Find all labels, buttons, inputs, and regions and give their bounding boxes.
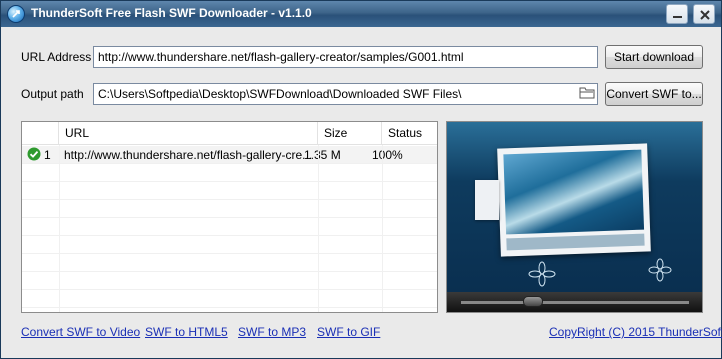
row-size: 1.35 M: [304, 148, 341, 162]
table-row-empty: [22, 200, 437, 218]
output-path-input[interactable]: C:\Users\Softpedia\Desktop\SWFDownload\D…: [93, 83, 598, 105]
preview-image: [447, 122, 702, 292]
url-input[interactable]: http://www.thundershare.net/flash-galler…: [93, 46, 598, 68]
row-index: 1: [44, 148, 51, 162]
table-header: URL Size Status: [22, 122, 437, 145]
swf-to-mp3-link[interactable]: SWF to MP3: [238, 325, 306, 339]
table-row-empty: [22, 254, 437, 272]
preview-wave-image: [503, 149, 645, 235]
table-row-empty: [22, 164, 437, 182]
url-address-label: URL Address: [21, 50, 92, 64]
flower-decoration-icon: [528, 261, 556, 287]
table-row-empty: [22, 272, 437, 290]
column-divider: [382, 145, 383, 312]
preview-thumbnails: [506, 233, 645, 251]
copyright-link[interactable]: CopyRight (C) 2015 ThunderSoft: [549, 325, 722, 339]
swf-to-html5-link[interactable]: SWF to HTML5: [145, 325, 228, 339]
preview-gallery-frame: [497, 143, 651, 257]
swf-preview-panel[interactable]: [446, 121, 703, 313]
row-status: 100%: [372, 148, 403, 162]
download-table[interactable]: URL Size Status 1 http://www.thundershar…: [21, 121, 438, 313]
column-header-size[interactable]: Size: [318, 122, 382, 145]
table-row[interactable]: 1 http://www.thundershare.net/flash-gall…: [22, 146, 437, 164]
row-url: http://www.thundershare.net/flash-galler…: [64, 148, 313, 162]
preview-seek-handle[interactable]: [523, 296, 544, 307]
check-icon: [27, 147, 41, 165]
convert-swf-to-video-link[interactable]: Convert SWF to Video: [21, 325, 140, 339]
table-row-empty: [22, 290, 437, 308]
close-button[interactable]: [693, 4, 715, 24]
window-title: ThunderSoft Free Flash SWF Downloader - …: [31, 6, 312, 20]
output-path-label: Output path: [21, 87, 84, 101]
preview-seek-track[interactable]: [461, 301, 689, 304]
column-divider: [318, 145, 319, 312]
preview-menu: [475, 180, 499, 220]
start-download-button[interactable]: Start download: [605, 45, 703, 69]
column-header-status[interactable]: Status: [382, 122, 437, 145]
title-bar[interactable]: ThunderSoft Free Flash SWF Downloader - …: [1, 1, 721, 27]
minimize-button[interactable]: [666, 4, 688, 24]
column-header-index[interactable]: [22, 122, 59, 145]
browse-folder-icon[interactable]: [578, 83, 598, 103]
swf-to-gif-link[interactable]: SWF to GIF: [317, 325, 380, 339]
convert-swf-button[interactable]: Convert SWF to...: [605, 82, 703, 106]
column-divider: [59, 145, 60, 312]
app-window: ThunderSoft Free Flash SWF Downloader - …: [0, 0, 722, 359]
table-row-empty: [22, 218, 437, 236]
preview-player-controls: [447, 292, 702, 312]
table-row-empty: [22, 182, 437, 200]
output-path-value: C:\Users\Softpedia\Desktop\SWFDownload\D…: [98, 87, 462, 101]
column-header-url[interactable]: URL: [59, 122, 318, 145]
app-logo-icon[interactable]: [7, 5, 25, 23]
table-row-empty: [22, 236, 437, 254]
flower-decoration-icon: [648, 258, 672, 282]
